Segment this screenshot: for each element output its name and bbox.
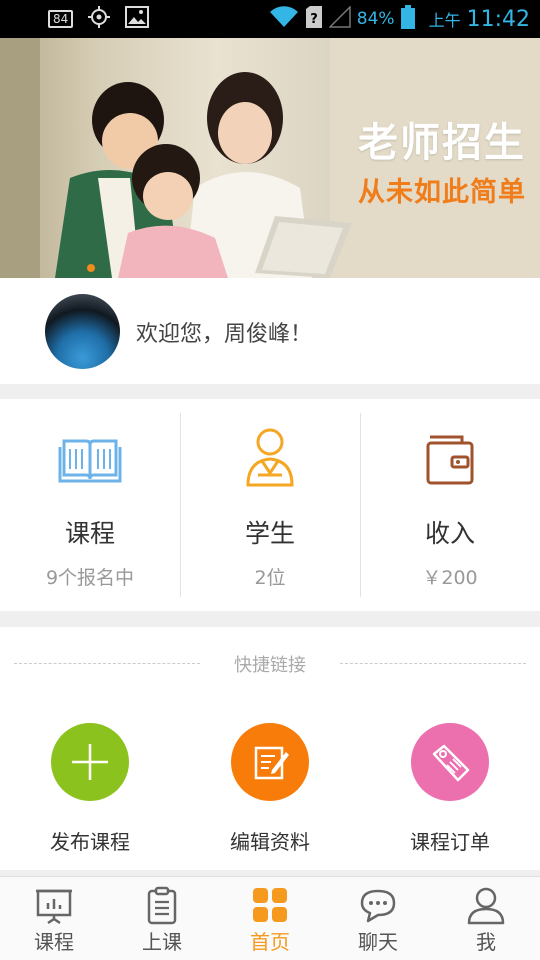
status-bar: 84 ? 84% 上午 11:42 xyxy=(0,0,540,38)
sim-unknown-icon: ? xyxy=(305,5,323,33)
quick-link-edit-profile[interactable]: 编辑资料 xyxy=(180,723,360,863)
person-icon xyxy=(467,887,505,925)
presentation-icon xyxy=(36,889,72,925)
publish-course-button[interactable] xyxy=(51,723,129,801)
promo-banner[interactable]: 老师招生 从未如此简单 xyxy=(0,38,540,278)
edit-profile-label: 编辑资料 xyxy=(230,830,310,854)
nav-label-class: 上课 xyxy=(142,930,182,954)
wifi-icon xyxy=(269,6,299,32)
stat-students[interactable]: 学生 2位 xyxy=(180,399,360,611)
time-ampm: 上午 xyxy=(428,11,461,30)
status-bar-left: 84 xyxy=(48,5,150,33)
stat-income-subtitle: ￥200 xyxy=(422,567,478,589)
nav-item-courses[interactable]: 课程 xyxy=(0,877,108,960)
book-icon xyxy=(58,439,122,483)
nav-label-courses: 课程 xyxy=(34,930,74,954)
edit-icon xyxy=(254,746,289,780)
quick-links-header: 快捷链接 xyxy=(14,651,526,676)
clipboard-icon xyxy=(147,886,177,925)
battery-percent: 84% xyxy=(356,9,395,29)
quick-link-publish-course[interactable]: 发布课程 xyxy=(0,723,180,863)
nav-label-me: 我 xyxy=(476,930,496,954)
stat-courses-title: 课程 xyxy=(64,519,115,548)
tag-icon xyxy=(432,744,470,782)
welcome-text: 欢迎您，周俊峰！ xyxy=(136,322,313,347)
stat-courses[interactable]: 课程 9个报名中 xyxy=(0,399,180,611)
banner-headline: 老师招生 xyxy=(358,120,526,166)
nav-item-me[interactable]: 我 xyxy=(432,877,540,960)
avatar[interactable] xyxy=(45,294,120,369)
nav-item-home[interactable]: 首页 xyxy=(216,877,324,960)
nav-item-chat[interactable]: 聊天 xyxy=(324,877,432,960)
stat-students-subtitle: 2位 xyxy=(254,567,286,589)
gps-icon xyxy=(87,5,111,33)
svg-text:?: ? xyxy=(310,12,318,27)
edit-profile-button[interactable] xyxy=(231,723,309,801)
sim-badge: 84 xyxy=(48,10,74,28)
publish-course-label: 发布课程 xyxy=(50,830,130,854)
stat-income-title: 收入 xyxy=(424,519,475,548)
quick-links-title: 快捷链接 xyxy=(234,655,306,676)
home-grid-icon xyxy=(253,888,287,922)
course-orders-label: 课程订单 xyxy=(410,830,490,854)
plus-icon xyxy=(72,744,108,780)
battery-icon xyxy=(400,5,415,33)
nav-label-chat: 聊天 xyxy=(358,930,398,954)
course-orders-button[interactable] xyxy=(411,723,489,801)
quick-link-course-orders[interactable]: 课程订单 xyxy=(360,723,540,863)
wallet-icon xyxy=(426,435,474,485)
nav-item-class[interactable]: 上课 xyxy=(108,877,216,960)
banner-tagline: 从未如此简单 xyxy=(358,177,526,208)
signal-icon xyxy=(327,5,351,32)
stats-panel: 课程 9个报名中 学生 2位 收入 ￥200 xyxy=(0,399,540,611)
stat-income[interactable]: 收入 ￥200 xyxy=(360,399,540,611)
student-icon xyxy=(246,428,294,487)
stat-courses-subtitle: 9个报名中 xyxy=(45,567,135,589)
image-icon xyxy=(125,6,150,32)
nav-label-home: 首页 xyxy=(250,930,290,954)
bottom-nav: 课程 上课 首页 聊天 我 xyxy=(0,876,540,960)
stat-students-title: 学生 xyxy=(244,519,295,548)
chat-icon xyxy=(360,889,396,923)
clock: 11:42 xyxy=(466,6,530,32)
banner-page-indicator[interactable] xyxy=(87,264,95,272)
quick-links-panel: 快捷链接 发布课程 编辑资料 课程订单 xyxy=(0,627,540,870)
status-bar-right: ? 84% 上午 11:42 xyxy=(269,0,530,38)
welcome-card: 欢迎您，周俊峰！ xyxy=(0,278,540,384)
